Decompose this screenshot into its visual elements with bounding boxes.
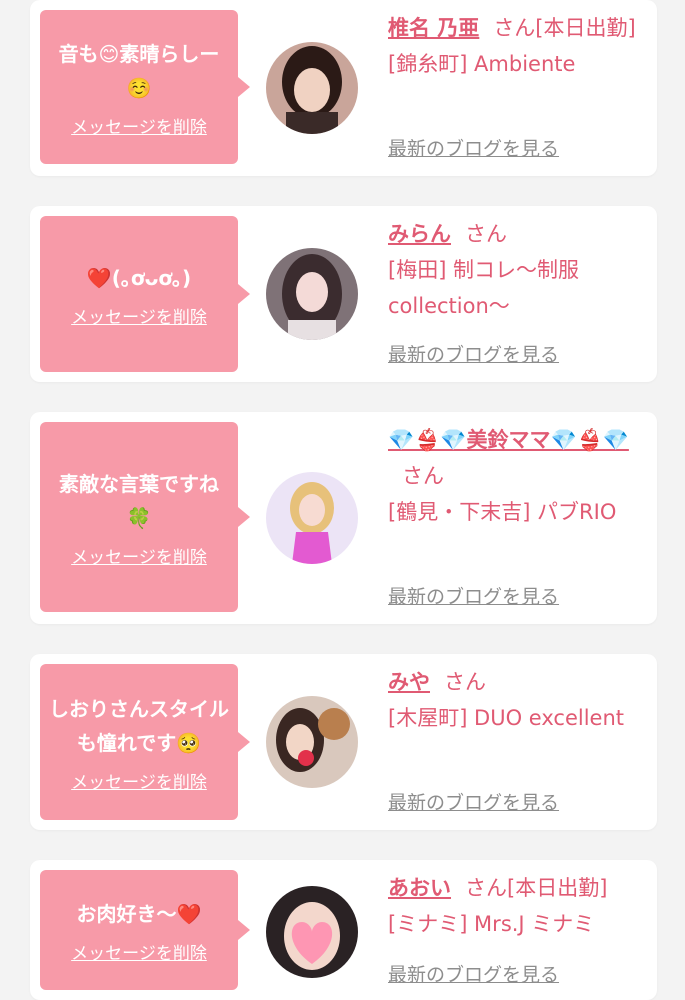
delete-message-link[interactable]: メッセージを削除: [71, 303, 207, 328]
sender-suffix: さん: [465, 222, 507, 246]
delete-message-link[interactable]: メッセージを削除: [71, 768, 207, 793]
sender-suffix: さん[本日出勤]: [493, 16, 636, 40]
view-blog-link[interactable]: 最新のブログを見る: [388, 582, 559, 609]
shop-label: [錦糸町] Ambiente: [388, 52, 576, 76]
delete-message-link[interactable]: メッセージを削除: [71, 543, 207, 568]
message-card: ❤️(｡ơᴗơ｡) メッセージを削除 みらん さん [梅田] 制コレ〜制服coll…: [30, 206, 657, 382]
shop-label: [鶴見・下末吉] パブRIO: [388, 500, 617, 524]
avatar[interactable]: [266, 696, 358, 788]
avatar[interactable]: [266, 886, 358, 978]
message-text: しおりさんスタイルも憧れです🥺: [49, 696, 229, 755]
delete-message-link[interactable]: メッセージを削除: [71, 113, 207, 138]
message-bubble: 素敵な言葉ですね 🍀 メッセージを削除: [40, 422, 238, 612]
avatar[interactable]: [266, 248, 358, 340]
message-bubble: ❤️(｡ơᴗơ｡) メッセージを削除: [40, 216, 238, 372]
shop-label: [梅田] 制コレ〜制服collection〜: [388, 258, 580, 318]
sender-suffix: さん[本日出勤]: [465, 876, 608, 900]
shop-label: [木屋町] DUO excellent: [388, 706, 625, 730]
message-text: お肉好き〜❤️: [76, 901, 202, 926]
sender-suffix: さん: [444, 670, 486, 694]
sender-name-link[interactable]: 椎名 乃亜: [388, 16, 479, 40]
message-text: 素敵な言葉ですね 🍀: [59, 471, 219, 530]
sender-name-link[interactable]: 💎👙💎美鈴ママ💎👙💎: [388, 428, 629, 452]
shop-label: [ミナミ] Mrs.J ミナミ: [388, 912, 595, 936]
avatar[interactable]: [266, 472, 358, 564]
sender-info: 💎👙💎美鈴ママ💎👙💎 さん [鶴見・下末吉] パブRIO: [388, 422, 650, 530]
message-card: 音も😊素晴らしー ☺️ メッセージを削除 椎名 乃亜 さん[本日出勤] [錦糸町]…: [30, 0, 657, 176]
message-card: 素敵な言葉ですね 🍀 メッセージを削除 💎👙💎美鈴ママ💎👙💎 さん [鶴見・下末吉…: [30, 412, 657, 624]
view-blog-link[interactable]: 最新のブログを見る: [388, 134, 559, 161]
sender-info: あおい さん[本日出勤] [ミナミ] Mrs.J ミナミ: [388, 870, 650, 942]
view-blog-link[interactable]: 最新のブログを見る: [388, 960, 559, 987]
message-card: お肉好き〜❤️ メッセージを削除 あおい さん[本日出勤] [ミナミ] Mrs.J…: [30, 860, 657, 1000]
sender-name-link[interactable]: みや: [388, 670, 430, 694]
sender-suffix: さん: [402, 464, 444, 488]
message-bubble: 音も😊素晴らしー ☺️ メッセージを削除: [40, 10, 238, 164]
sender-info: みらん さん [梅田] 制コレ〜制服collection〜: [388, 216, 650, 324]
message-text: ❤️(｡ơᴗơ｡): [86, 265, 192, 290]
view-blog-link[interactable]: 最新のブログを見る: [388, 340, 559, 367]
delete-message-link[interactable]: メッセージを削除: [71, 939, 207, 964]
message-bubble: しおりさんスタイルも憧れです🥺 メッセージを削除: [40, 664, 238, 820]
sender-info: 椎名 乃亜 さん[本日出勤] [錦糸町] Ambiente: [388, 10, 650, 82]
message-card: しおりさんスタイルも憧れです🥺 メッセージを削除 みや さん [木屋町] DUO …: [30, 654, 657, 830]
message-text: 音も😊素晴らしー ☺️: [58, 41, 220, 100]
avatar[interactable]: [266, 42, 358, 134]
sender-name-link[interactable]: みらん: [388, 222, 451, 246]
sender-name-link[interactable]: あおい: [388, 876, 451, 900]
message-bubble: お肉好き〜❤️ メッセージを削除: [40, 870, 238, 990]
view-blog-link[interactable]: 最新のブログを見る: [388, 788, 559, 815]
sender-info: みや さん [木屋町] DUO excellent: [388, 664, 650, 736]
